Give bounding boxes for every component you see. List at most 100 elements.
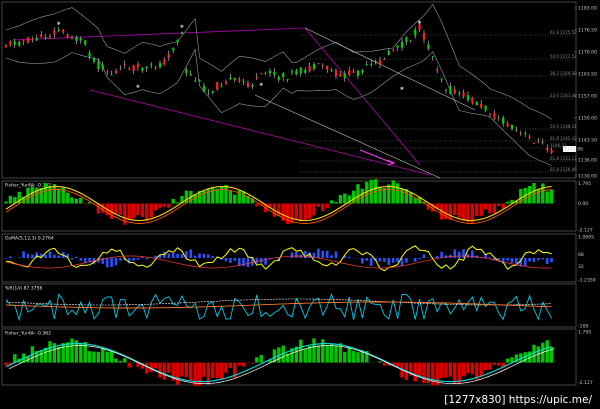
trading-chart[interactable]: ✱ ✱ ✱ ✱ ✱ ✱ 1183.00 1176.50 1170.00 1163.50 1157.… (0, 0, 600, 409)
candle-body (128, 68, 131, 70)
osma-bar (207, 254, 210, 258)
candle-body (88, 52, 91, 57)
histogram-bar (175, 362, 180, 385)
osma-bar (317, 248, 320, 258)
candle-body (295, 70, 298, 75)
candle-body (66, 34, 69, 38)
histogram-bar (453, 203, 457, 215)
histogram-bar (189, 362, 193, 382)
histogram-bar (549, 189, 554, 204)
osma-bar (369, 258, 373, 266)
candle-body (92, 58, 96, 62)
histogram-bar (13, 354, 17, 363)
candle-body (414, 29, 417, 36)
candle-body (242, 81, 245, 83)
osma-bar (9, 256, 12, 258)
histogram-bar (127, 362, 131, 368)
osma-bar (528, 258, 531, 262)
candle-body (150, 64, 153, 66)
histogram-bar (193, 362, 197, 386)
candle-body (255, 77, 258, 79)
candle-body (458, 92, 461, 94)
histogram-bar (488, 362, 492, 370)
osma-bar (413, 258, 417, 262)
osma-bar (471, 250, 474, 258)
histogram-bar (536, 189, 541, 204)
histogram-bar (312, 203, 316, 216)
candle-body (53, 30, 56, 36)
osma-indicator-panel[interactable]: OsMA(5,12,3) 0.2764 1.0905 68 32 -1.2359 (1, 233, 596, 284)
fib-level-label: 1146.23 (550, 143, 567, 148)
osma-bar (31, 254, 34, 258)
histogram-bar (57, 346, 61, 363)
candle-body (365, 64, 368, 65)
histogram-bar (382, 188, 387, 204)
histogram-bar (343, 352, 347, 363)
candle-body (440, 78, 443, 80)
candle-body (97, 61, 100, 69)
candle-body (453, 89, 456, 94)
candle-body (75, 36, 78, 42)
histogram-bar (241, 362, 246, 367)
candle-body (387, 51, 390, 55)
fisher-indicator-panel[interactable]: Fisher_Yur4ik -0.362 1.7950.00-2.127 (1, 179, 593, 234)
candle-body (180, 32, 184, 34)
candle-body (229, 77, 232, 80)
osma-bar (515, 258, 518, 264)
histogram-bar (475, 203, 479, 217)
indicator-axis-label: -2.127 (578, 380, 593, 386)
candle-body (471, 97, 474, 104)
histogram-bar (307, 345, 312, 363)
fractal-marker: ✱ (259, 82, 263, 88)
osma-bar (110, 258, 113, 267)
candle-body (163, 59, 166, 65)
osma-bar (44, 254, 47, 258)
histogram-bar (241, 191, 246, 204)
candle-body (26, 37, 30, 43)
osma-bar (365, 258, 369, 261)
candle-body (268, 70, 272, 74)
histogram-bar (321, 203, 325, 211)
price-panel[interactable]: ✱ ✱ ✱ ✱ ✱ ✱ 1183.00 1176.50 1170.00 1163.50 1157.… (1, 1, 597, 180)
candle-body (84, 40, 87, 45)
osma-bar (70, 258, 74, 260)
candle-body (480, 103, 483, 108)
osma-bar (79, 258, 83, 261)
candle-body (396, 45, 399, 48)
osma-bar (440, 251, 443, 258)
histogram-bar (453, 362, 457, 385)
histogram-bar (497, 362, 501, 366)
histogram-bar (316, 203, 321, 207)
histogram-bar (448, 362, 453, 377)
candle-body (224, 81, 228, 84)
candle-body (378, 60, 382, 65)
histogram-bar (149, 203, 153, 218)
histogram-bar (79, 197, 83, 204)
candle-body (502, 117, 505, 124)
histogram-bar (541, 183, 545, 204)
histogram-bar (356, 352, 360, 363)
histogram-bar (61, 343, 65, 363)
histogram-bar (316, 345, 321, 363)
osma-bar (211, 255, 215, 258)
candle-body (70, 38, 74, 40)
histogram-bar (145, 203, 149, 221)
histogram-bar (461, 203, 466, 221)
osma-bar (418, 258, 421, 260)
williams-r-indicator-panel[interactable]: %R(14) 87.3756 -100 (1, 283, 589, 330)
histogram-bar (162, 203, 167, 207)
histogram-bar (65, 192, 70, 204)
price-axis-label: 1136.00 (578, 158, 597, 164)
histogram-bar (118, 360, 123, 363)
osma-bar (246, 258, 250, 267)
histogram-bar (378, 186, 382, 204)
histogram-bar (299, 203, 303, 222)
fisher-indicator-panel-lower[interactable]: Fisher_Yur4ik -0.362 1.795 -2.127 (1, 328, 593, 386)
osma-bar (532, 258, 536, 263)
watermark: [1277x830] https://upic.me/ (439, 393, 597, 407)
osma-bar (53, 254, 56, 258)
histogram-bar (395, 183, 400, 204)
histogram-bar (250, 362, 255, 364)
osma-bar (361, 258, 364, 264)
candle-body (251, 84, 254, 87)
